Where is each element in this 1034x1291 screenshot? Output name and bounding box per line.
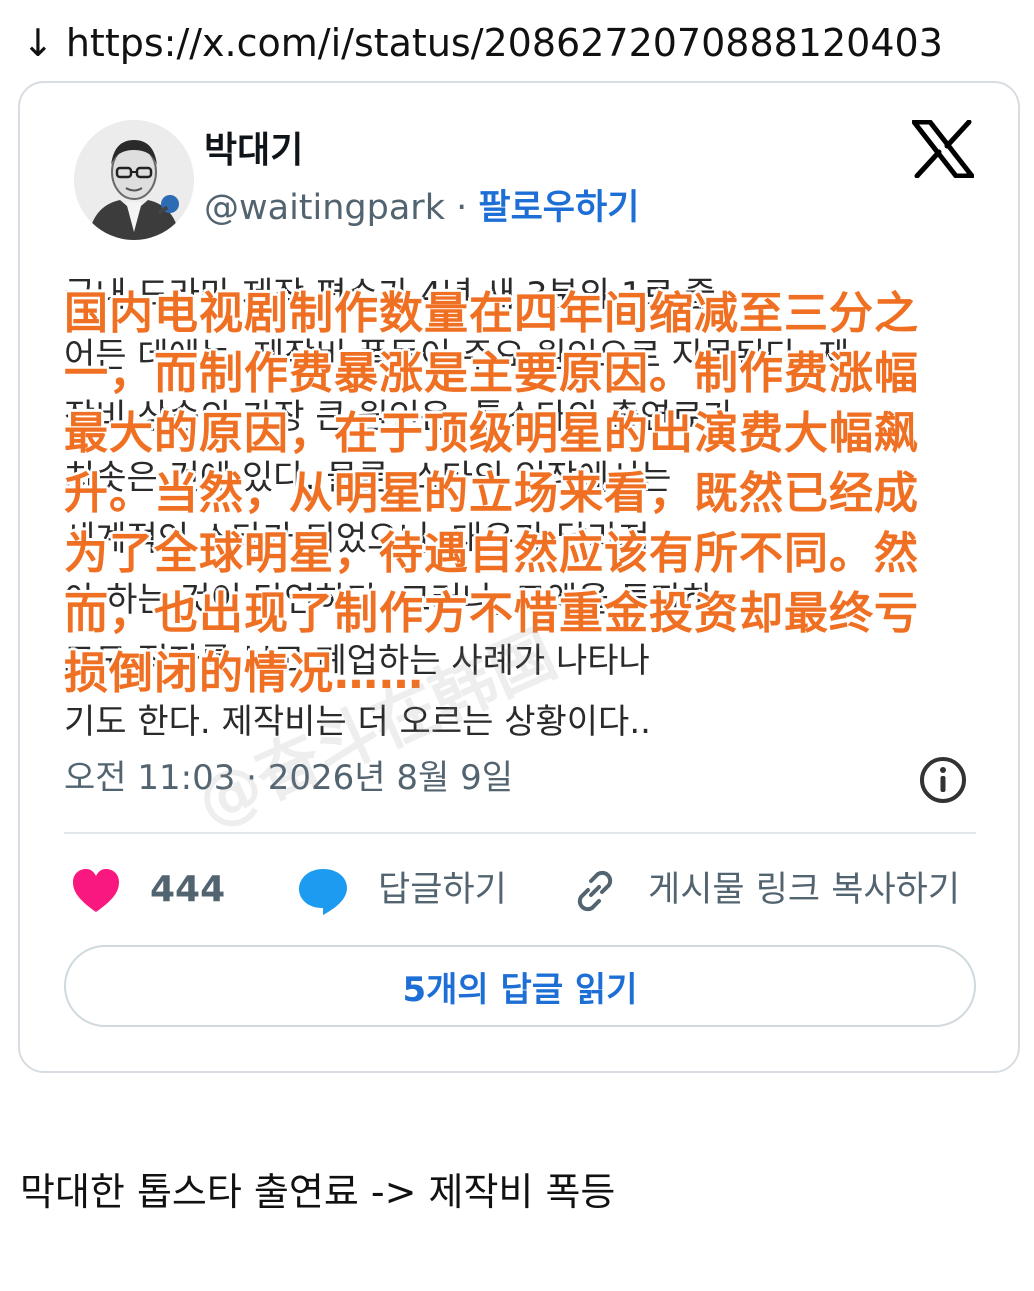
caption: 막대한 톱스타 출연료 -> 제작비 폭등 bbox=[20, 1170, 616, 1214]
divider bbox=[64, 832, 976, 834]
separator-dot: · bbox=[456, 188, 468, 228]
timestamp[interactable]: 오전 11:03 · 2026년 8월 9일 bbox=[64, 754, 513, 802]
source-url[interactable]: ↓ https://x.com/i/status/2086272070888120… bbox=[22, 18, 943, 68]
info-icon[interactable] bbox=[918, 755, 968, 805]
reply-button[interactable]: 답글하기 bbox=[378, 866, 507, 914]
avatar[interactable] bbox=[74, 120, 194, 240]
handle[interactable]: @waitingpark bbox=[204, 188, 445, 228]
display-name[interactable]: 박대기 bbox=[204, 127, 303, 175]
url-text[interactable]: https://x.com/i/status/20862720708881204… bbox=[66, 21, 943, 65]
copy-link-button[interactable]: 게시물 링크 복사하기 bbox=[648, 866, 960, 914]
heart-icon[interactable] bbox=[71, 868, 121, 914]
link-icon[interactable] bbox=[570, 866, 620, 916]
read-replies-label: 5개의 답글 읽기 bbox=[402, 969, 638, 1010]
down-arrow-icon: ↓ bbox=[22, 21, 54, 65]
translation-overlay: 国内电视剧制作数量在四年间缩减至三分之一，而制作费暴涨是主要原因。制作费涨幅最大… bbox=[64, 288, 919, 699]
like-count[interactable]: 444 bbox=[150, 866, 225, 914]
reply-bubble-icon[interactable] bbox=[296, 866, 350, 916]
x-logo-icon[interactable] bbox=[912, 120, 974, 178]
handle-row: @waitingpark · 팔로우하기 bbox=[204, 184, 639, 232]
follow-button[interactable]: 팔로우하기 bbox=[478, 188, 639, 228]
read-replies-button[interactable]: 5개의 답글 읽기 bbox=[64, 945, 976, 1027]
page: ↓ https://x.com/i/status/2086272070888120… bbox=[0, 0, 1034, 1291]
avatar-portrait-icon bbox=[74, 120, 194, 240]
